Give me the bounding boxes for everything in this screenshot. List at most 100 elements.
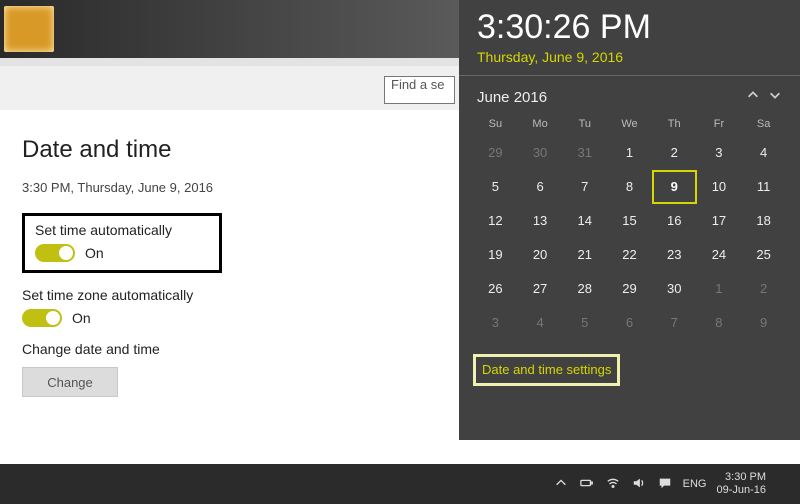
calendar-dow-cell: Su (473, 118, 518, 136)
calendar-flyout: 3:30:26 PM Thursday, June 9, 2016 June 2… (459, 0, 800, 440)
wifi-icon (606, 476, 620, 493)
calendar-day[interactable]: 29 (473, 136, 518, 170)
date-time-settings-link[interactable]: Date and time settings (482, 362, 611, 377)
battery-icon (580, 476, 594, 493)
calendar-day[interactable]: 4 (741, 136, 786, 170)
calendar-day[interactable]: 6 (518, 170, 563, 204)
calendar-dow-row: SuMoTuWeThFrSa (473, 118, 786, 136)
calendar-day[interactable]: 1 (697, 272, 742, 306)
taskbar-clock[interactable]: 3:30 PM 09-Jun-16 (716, 471, 768, 497)
wifi-icon[interactable] (605, 476, 621, 492)
calendar-day[interactable]: 5 (562, 306, 607, 340)
calendar-dow-cell: Mo (518, 118, 563, 136)
calendar-day[interactable]: 23 (652, 238, 697, 272)
chevron-up-icon (554, 476, 568, 493)
chevron-up-icon (746, 88, 760, 107)
chevron-down-icon (768, 88, 782, 107)
set-timezone-automatically-group: Set time zone automatically On (22, 287, 437, 327)
calendar-day[interactable]: 28 (562, 272, 607, 306)
calendar-day[interactable]: 13 (518, 204, 563, 238)
set-time-automatically-toggle[interactable] (35, 244, 75, 262)
calendar-day[interactable]: 30 (518, 136, 563, 170)
flyout-divider (459, 75, 800, 76)
calendar-day[interactable]: 19 (473, 238, 518, 272)
flyout-clock-time: 3:30:26 PM (459, 0, 800, 47)
calendar-week-row: 2930311234 (473, 136, 786, 170)
taskbar-clock-date: 09-Jun-16 (716, 484, 766, 497)
calendar-dow-cell: Th (652, 118, 697, 136)
calendar-dow-cell: Fr (697, 118, 742, 136)
calendar-day[interactable]: 1 (607, 136, 652, 170)
calendar-day[interactable]: 5 (473, 170, 518, 204)
calendar-day[interactable]: 9 (741, 306, 786, 340)
calendar-next-month-button[interactable] (764, 86, 786, 108)
calendar-day[interactable]: 11 (741, 170, 786, 204)
calendar-week-row: 12131415161718 (473, 204, 786, 238)
battery-icon[interactable] (579, 476, 595, 492)
calendar-day[interactable]: 3 (697, 136, 742, 170)
taskbar-clock-time: 3:30 PM (716, 471, 766, 484)
settings-search-bar: Find a se (0, 58, 459, 110)
calendar-day[interactable]: 29 (607, 272, 652, 306)
message-icon (658, 476, 672, 493)
calendar-day[interactable]: 26 (473, 272, 518, 306)
action-center-icon[interactable] (657, 476, 673, 492)
calendar-weeks: 2930311234567891011121314151617181920212… (473, 136, 786, 340)
calendar-day[interactable]: 20 (518, 238, 563, 272)
change-button[interactable]: Change (22, 367, 118, 397)
calendar-day[interactable]: 7 (562, 170, 607, 204)
calendar-day[interactable]: 12 (473, 204, 518, 238)
settings-search-input[interactable]: Find a se (384, 76, 455, 104)
calendar-month-row: June 2016 (459, 82, 800, 118)
set-timezone-automatically-label: Set time zone automatically (22, 287, 437, 303)
tray-overflow-button[interactable] (553, 476, 569, 492)
calendar-week-row: 19202122232425 (473, 238, 786, 272)
calendar-day[interactable]: 8 (697, 306, 742, 340)
calendar-day[interactable]: 14 (562, 204, 607, 238)
calendar-day[interactable]: 16 (652, 204, 697, 238)
calendar-day[interactable]: 30 (652, 272, 697, 306)
settings-body: Date and time 3:30 PM, Thursday, June 9,… (0, 110, 459, 423)
calendar-week-row: 3456789 (473, 306, 786, 340)
calendar-day[interactable]: 25 (741, 238, 786, 272)
set-time-automatically-state: On (85, 245, 104, 261)
set-time-automatically-group: Set time automatically On (22, 213, 222, 273)
calendar-day[interactable]: 2 (652, 136, 697, 170)
calendar-week-row: 262728293012 (473, 272, 786, 306)
calendar-day[interactable]: 22 (607, 238, 652, 272)
language-indicator[interactable]: ENG (683, 478, 707, 490)
calendar-day[interactable]: 31 (562, 136, 607, 170)
hero-image-fragment (4, 6, 54, 52)
volume-icon[interactable] (631, 476, 647, 492)
set-timezone-automatically-state: On (72, 310, 91, 326)
set-time-automatically-label: Set time automatically (35, 222, 209, 238)
calendar-day[interactable]: 17 (697, 204, 742, 238)
calendar-day[interactable]: 10 (697, 170, 742, 204)
calendar-day[interactable]: 4 (518, 306, 563, 340)
calendar-day[interactable]: 3 (473, 306, 518, 340)
calendar-day[interactable]: 8 (607, 170, 652, 204)
taskbar: ENG 3:30 PM 09-Jun-16 (0, 464, 800, 504)
page-title: Date and time (22, 136, 437, 164)
settings-header: Find a se (0, 0, 459, 110)
calendar-day[interactable]: 15 (607, 204, 652, 238)
calendar-dow-cell: Tu (562, 118, 607, 136)
speaker-icon (632, 476, 646, 493)
calendar-day[interactable]: 2 (741, 272, 786, 306)
current-datetime-text: 3:30 PM, Thursday, June 9, 2016 (22, 180, 437, 195)
change-date-time-group: Change date and time Change (22, 341, 437, 397)
calendar-day[interactable]: 6 (607, 306, 652, 340)
calendar-day[interactable]: 24 (697, 238, 742, 272)
notification-center-icon[interactable] (778, 476, 794, 492)
calendar-day[interactable]: 7 (652, 306, 697, 340)
calendar-grid: SuMoTuWeThFrSa 2930311234567891011121314… (459, 118, 800, 346)
calendar-day[interactable]: 18 (741, 204, 786, 238)
calendar-day[interactable]: 21 (562, 238, 607, 272)
calendar-day-today[interactable]: 9 (652, 170, 697, 204)
system-tray: ENG 3:30 PM 09-Jun-16 (553, 466, 794, 502)
set-timezone-automatically-toggle[interactable] (22, 309, 62, 327)
calendar-prev-month-button[interactable] (742, 86, 764, 108)
calendar-month-label[interactable]: June 2016 (477, 89, 742, 106)
change-date-time-label: Change date and time (22, 341, 437, 357)
calendar-day[interactable]: 27 (518, 272, 563, 306)
